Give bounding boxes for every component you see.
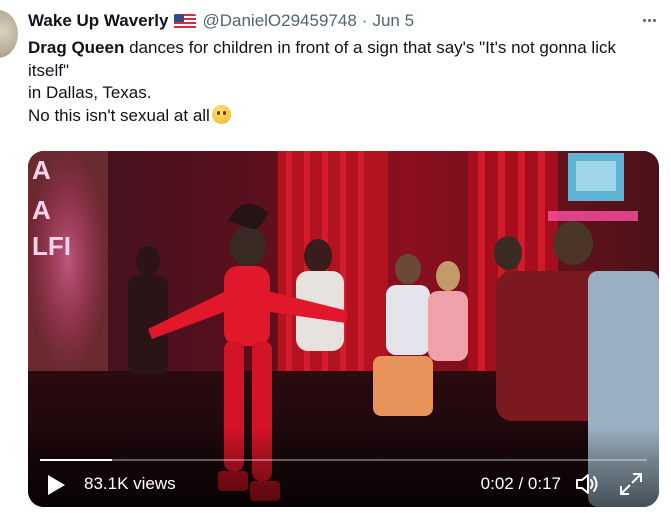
video-player[interactable]: A A LFI 83.1K views 0:02 / 0:17 [28, 151, 659, 507]
svg-text:A: A [32, 155, 51, 185]
play-icon[interactable] [48, 475, 65, 495]
tweet-text-line-2: in Dallas, Texas. [28, 83, 152, 102]
svg-text:LFI: LFI [32, 231, 71, 261]
fullscreen-icon[interactable] [617, 470, 645, 498]
view-count: 83.1K views [84, 474, 176, 493]
tweet-header: Wake Up Waverly @DanielO29459748 · Jun 5 [28, 9, 631, 33]
tweet-date[interactable]: Jun 5 [372, 11, 414, 31]
thinking-face-icon [211, 104, 231, 124]
tweet-text-bold: Drag Queen [28, 38, 125, 57]
video-controls: 83.1K views 0:02 / 0:17 [28, 427, 659, 507]
us-flag-icon [174, 13, 197, 29]
tweet: Wake Up Waverly @DanielO29459748 · Jun 5… [0, 0, 671, 513]
tweet-text: Drag Queen dances for children in front … [28, 37, 658, 127]
progress-fill [40, 459, 112, 461]
user-handle[interactable]: @DanielO29459748 [202, 11, 356, 31]
avatar[interactable] [0, 10, 18, 58]
more-options-icon[interactable] [639, 10, 659, 30]
volume-icon[interactable] [573, 470, 601, 498]
display-name[interactable]: Wake Up Waverly [28, 11, 168, 31]
playback-time: 0:02 / 0:17 [480, 474, 561, 493]
tweet-text-line-3-text: No this isn't sexual at all [28, 105, 210, 125]
tweet-text-line-3: No this isn't sexual at all [28, 104, 658, 128]
separator-dot: · [361, 11, 368, 30]
tweet-text-line-1: Drag Queen dances for children in front … [28, 37, 658, 82]
svg-text:A: A [32, 195, 51, 225]
progress-bar[interactable] [40, 459, 647, 461]
